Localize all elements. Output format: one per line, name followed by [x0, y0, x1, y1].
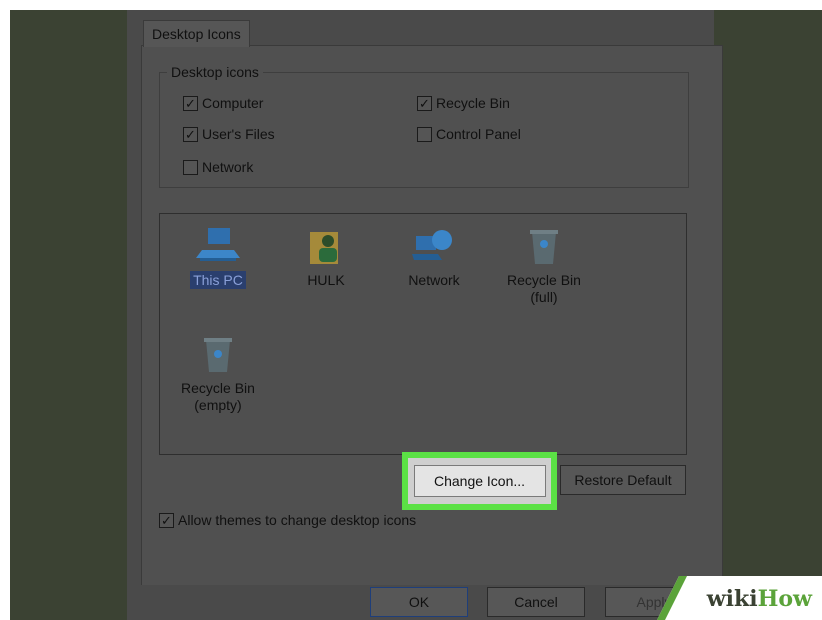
user-folder-icon — [310, 232, 338, 264]
icon-label: This PC — [190, 271, 246, 289]
wikihow-logo: wikiHow — [706, 586, 812, 612]
tab-desktop-icons[interactable]: Desktop Icons — [143, 20, 250, 47]
recycle-bin-full-icon — [530, 230, 558, 264]
icon-label-sub: (empty) — [194, 397, 242, 413]
ok-button[interactable]: OK — [370, 587, 468, 617]
icon-item-hulk[interactable]: HULK — [280, 226, 372, 289]
checkbox-unchecked-icon — [183, 159, 198, 175]
checkbox-network[interactable]: Network — [183, 158, 253, 176]
checkbox-checked-icon: ✓ — [159, 512, 174, 528]
checkbox-label: Allow themes to change desktop icons — [178, 512, 417, 528]
checkbox-recycle-bin[interactable]: ✓ Recycle Bin — [417, 94, 510, 112]
checkbox-label: Control Panel — [436, 126, 521, 142]
change-icon-highlight: Change Icon... — [402, 452, 557, 510]
checkbox-control-panel[interactable]: Control Panel — [417, 125, 521, 143]
checkbox-label: Computer — [202, 95, 264, 111]
restore-default-button[interactable]: Restore Default — [560, 465, 686, 495]
checkbox-checked-icon: ✓ — [417, 95, 432, 111]
icon-label: Network — [408, 272, 460, 288]
icon-preview-list[interactable]: This PC HULK Network Recycle Bin (full) … — [159, 213, 687, 455]
icon-label-sub: (full) — [530, 289, 558, 305]
cancel-button[interactable]: Cancel — [487, 587, 585, 617]
checkbox-label: Network — [202, 159, 254, 175]
checkbox-checked-icon: ✓ — [183, 126, 198, 142]
icon-item-recycle-bin-full[interactable]: Recycle Bin (full) — [498, 226, 590, 306]
network-icon — [412, 230, 452, 260]
checkbox-label: User's Files — [202, 126, 275, 142]
checkbox-checked-icon: ✓ — [183, 95, 198, 111]
checkbox-label: Recycle Bin — [436, 95, 510, 111]
checkbox-unchecked-icon — [417, 126, 432, 142]
icon-item-this-pc[interactable]: This PC — [172, 226, 264, 289]
desktop-icon-settings-dialog: Desktop Icons Desktop icons ✓ Computer ✓… — [127, 10, 723, 620]
change-icon-button[interactable]: Change Icon... — [413, 465, 546, 497]
icon-item-network[interactable]: Network — [388, 226, 480, 289]
computer-icon — [196, 228, 240, 261]
groupbox-label: Desktop icons — [167, 64, 263, 80]
checkbox-computer[interactable]: ✓ Computer — [183, 94, 263, 112]
icon-item-recycle-bin-empty[interactable]: Recycle Bin (empty) — [172, 334, 264, 414]
icon-label: Recycle Bin — [507, 272, 581, 288]
recycle-bin-empty-icon — [204, 338, 232, 372]
icon-label: Recycle Bin — [181, 380, 255, 396]
screenshot-frame: Desktop Icons Desktop icons ✓ Computer ✓… — [10, 10, 822, 620]
checkbox-allow-themes[interactable]: ✓ Allow themes to change desktop icons — [159, 511, 416, 529]
checkbox-users-files[interactable]: ✓ User's Files — [183, 125, 275, 143]
icon-label: HULK — [307, 272, 345, 288]
